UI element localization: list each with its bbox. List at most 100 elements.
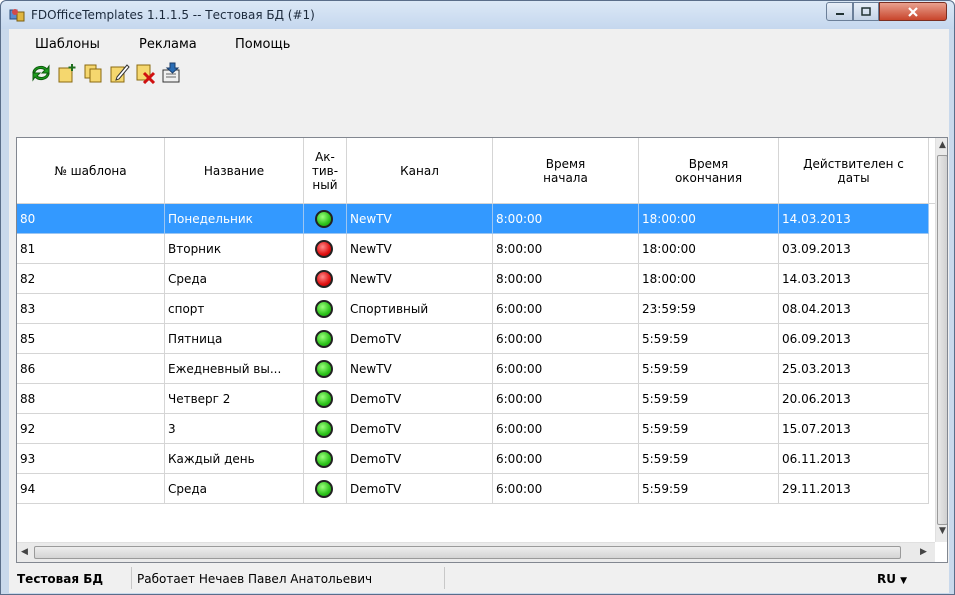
export-icon (162, 62, 180, 83)
cell-num: 83 (17, 294, 165, 324)
minimize-icon (835, 12, 844, 15)
cell-channel: DemoTV (347, 324, 493, 354)
cell-name: Каждый день (165, 444, 304, 474)
language-label: RU (877, 572, 896, 586)
cell-num: 85 (17, 324, 165, 354)
status-user: Работает Нечаев Павел Анатольевич (137, 572, 373, 586)
cell-end: 5:59:59 (639, 384, 779, 414)
cell-start: 8:00:00 (493, 264, 639, 294)
table-row[interactable]: 86 Ежедневный вы... NewTV 6:00:00 5:59:59 25.… (17, 354, 935, 384)
cell-date: 08.04.2013 (779, 294, 929, 324)
menu-templates[interactable]: Шаблоны (35, 37, 100, 52)
scroll-up-icon[interactable]: ▲ (939, 140, 946, 150)
active-indicator-icon (315, 389, 333, 408)
menu-ads[interactable]: Реклама (139, 37, 197, 52)
status-separator (444, 567, 445, 589)
table-row[interactable]: 82 Среда NewTV 8:00:00 18:00:00 14.03.2013 (17, 264, 935, 294)
templates-grid[interactable]: № шаблона Название Ак- тив- ный Канал Вр… (16, 137, 948, 563)
edit-template-button[interactable] (107, 61, 131, 85)
cell-num: 81 (17, 234, 165, 264)
table-row[interactable]: 81 Вторник NewTV 8:00:00 18:00:00 03.09.2013 (17, 234, 935, 264)
table-row[interactable]: 92 3 DemoTV 6:00:00 5:59:59 15.07.2013 (17, 414, 935, 444)
active-cell (304, 264, 347, 294)
scroll-left-icon[interactable]: ◀ (21, 547, 28, 557)
vertical-scroll-thumb[interactable] (937, 155, 947, 525)
column-header-start[interactable]: Время начала (493, 138, 639, 204)
grid-header: № шаблона Название Ак- тив- ный Канал Вр… (17, 138, 935, 204)
table-row[interactable]: 88 Четверг 2 DemoTV 6:00:00 5:59:59 20.06.201… (17, 384, 935, 414)
vertical-scrollbar[interactable]: ▲ ▼ (935, 138, 947, 542)
table-row[interactable]: 80 Понедельник NewTV 8:00:00 18:00:00 14.03.2… (17, 204, 935, 234)
export-button[interactable] (159, 61, 183, 85)
cell-date: 14.03.2013 (779, 264, 929, 294)
cell-end: 18:00:00 (639, 264, 779, 294)
cell-start: 6:00:00 (493, 324, 639, 354)
cell-num: 94 (17, 474, 165, 504)
window-title: FDOfficeTemplates 1.1.1.5 -- Тестовая БД… (31, 8, 315, 22)
cell-num: 80 (17, 204, 165, 234)
column-header-end[interactable]: Время окончания (639, 138, 779, 204)
close-button[interactable] (879, 2, 947, 21)
cell-start: 6:00:00 (493, 384, 639, 414)
table-row[interactable]: 85 Пятница DemoTV 6:00:00 5:59:59 06.09.2013 (17, 324, 935, 354)
cell-num: 93 (17, 444, 165, 474)
cell-name: Среда (165, 264, 304, 294)
column-header-num[interactable]: № шаблона (17, 138, 165, 204)
active-indicator-icon (315, 479, 333, 498)
column-header-name[interactable]: Название (165, 138, 304, 204)
cell-channel: DemoTV (347, 414, 493, 444)
cell-name: Среда (165, 474, 304, 504)
cell-channel: NewTV (347, 354, 493, 384)
app-icon (9, 9, 25, 22)
cell-num: 82 (17, 264, 165, 294)
toolbar (9, 59, 949, 87)
language-selector[interactable]: RU ▼ (877, 572, 907, 586)
title-bar[interactable]: FDOfficeTemplates 1.1.1.5 -- Тестовая БД… (1, 1, 954, 29)
table-row[interactable]: 93 Каждый день DemoTV 6:00:00 5:59:59 06.11.2… (17, 444, 935, 474)
cell-end: 5:59:59 (639, 444, 779, 474)
cell-start: 8:00:00 (493, 234, 639, 264)
active-indicator-icon (315, 449, 333, 468)
maximize-button[interactable] (853, 2, 879, 21)
table-row[interactable]: 94 Среда DemoTV 6:00:00 5:59:59 29.11.2013 (17, 474, 935, 504)
copy-template-icon (84, 64, 102, 83)
scroll-down-icon[interactable]: ▼ (939, 526, 946, 536)
active-cell (304, 294, 347, 324)
column-header-active[interactable]: Ак- тив- ный (304, 138, 347, 204)
cell-num: 92 (17, 414, 165, 444)
cell-start: 6:00:00 (493, 444, 639, 474)
minimize-button[interactable] (826, 2, 853, 21)
cell-name: Ежедневный вы... (165, 354, 304, 384)
active-cell (304, 234, 347, 264)
active-cell (304, 324, 347, 354)
copy-template-button[interactable] (81, 61, 105, 85)
horizontal-scrollbar[interactable]: ◀ ▶ (17, 542, 935, 562)
app-window: FDOfficeTemplates 1.1.1.5 -- Тестовая БД… (0, 0, 955, 595)
scroll-right-icon[interactable]: ▶ (920, 547, 927, 557)
delete-template-icon (136, 64, 156, 84)
menu-help[interactable]: Помощь (235, 37, 290, 52)
cell-num: 86 (17, 354, 165, 384)
cell-end: 5:59:59 (639, 354, 779, 384)
cell-end: 18:00:00 (639, 204, 779, 234)
delete-template-button[interactable] (133, 61, 157, 85)
cell-channel: Спортивный (347, 294, 493, 324)
active-indicator-icon (315, 359, 333, 378)
column-header-valid-from[interactable]: Действителен с даты (779, 138, 929, 204)
inactive-indicator-icon (315, 239, 333, 258)
refresh-button[interactable] (29, 61, 53, 85)
cell-end: 5:59:59 (639, 414, 779, 444)
refresh-icon (32, 64, 50, 82)
status-separator (131, 567, 132, 589)
add-template-button[interactable] (55, 61, 79, 85)
active-cell (304, 354, 347, 384)
column-header-channel[interactable]: Канал (347, 138, 493, 204)
cell-date: 29.11.2013 (779, 474, 929, 504)
cell-start: 6:00:00 (493, 474, 639, 504)
table-row[interactable]: 83 спорт Спортивный 6:00:00 23:59:59 08.04.20… (17, 294, 935, 324)
cell-channel: NewTV (347, 234, 493, 264)
horizontal-scroll-thumb[interactable] (34, 546, 901, 559)
cell-date: 06.09.2013 (779, 324, 929, 354)
cell-end: 23:59:59 (639, 294, 779, 324)
active-indicator-icon (315, 329, 333, 348)
